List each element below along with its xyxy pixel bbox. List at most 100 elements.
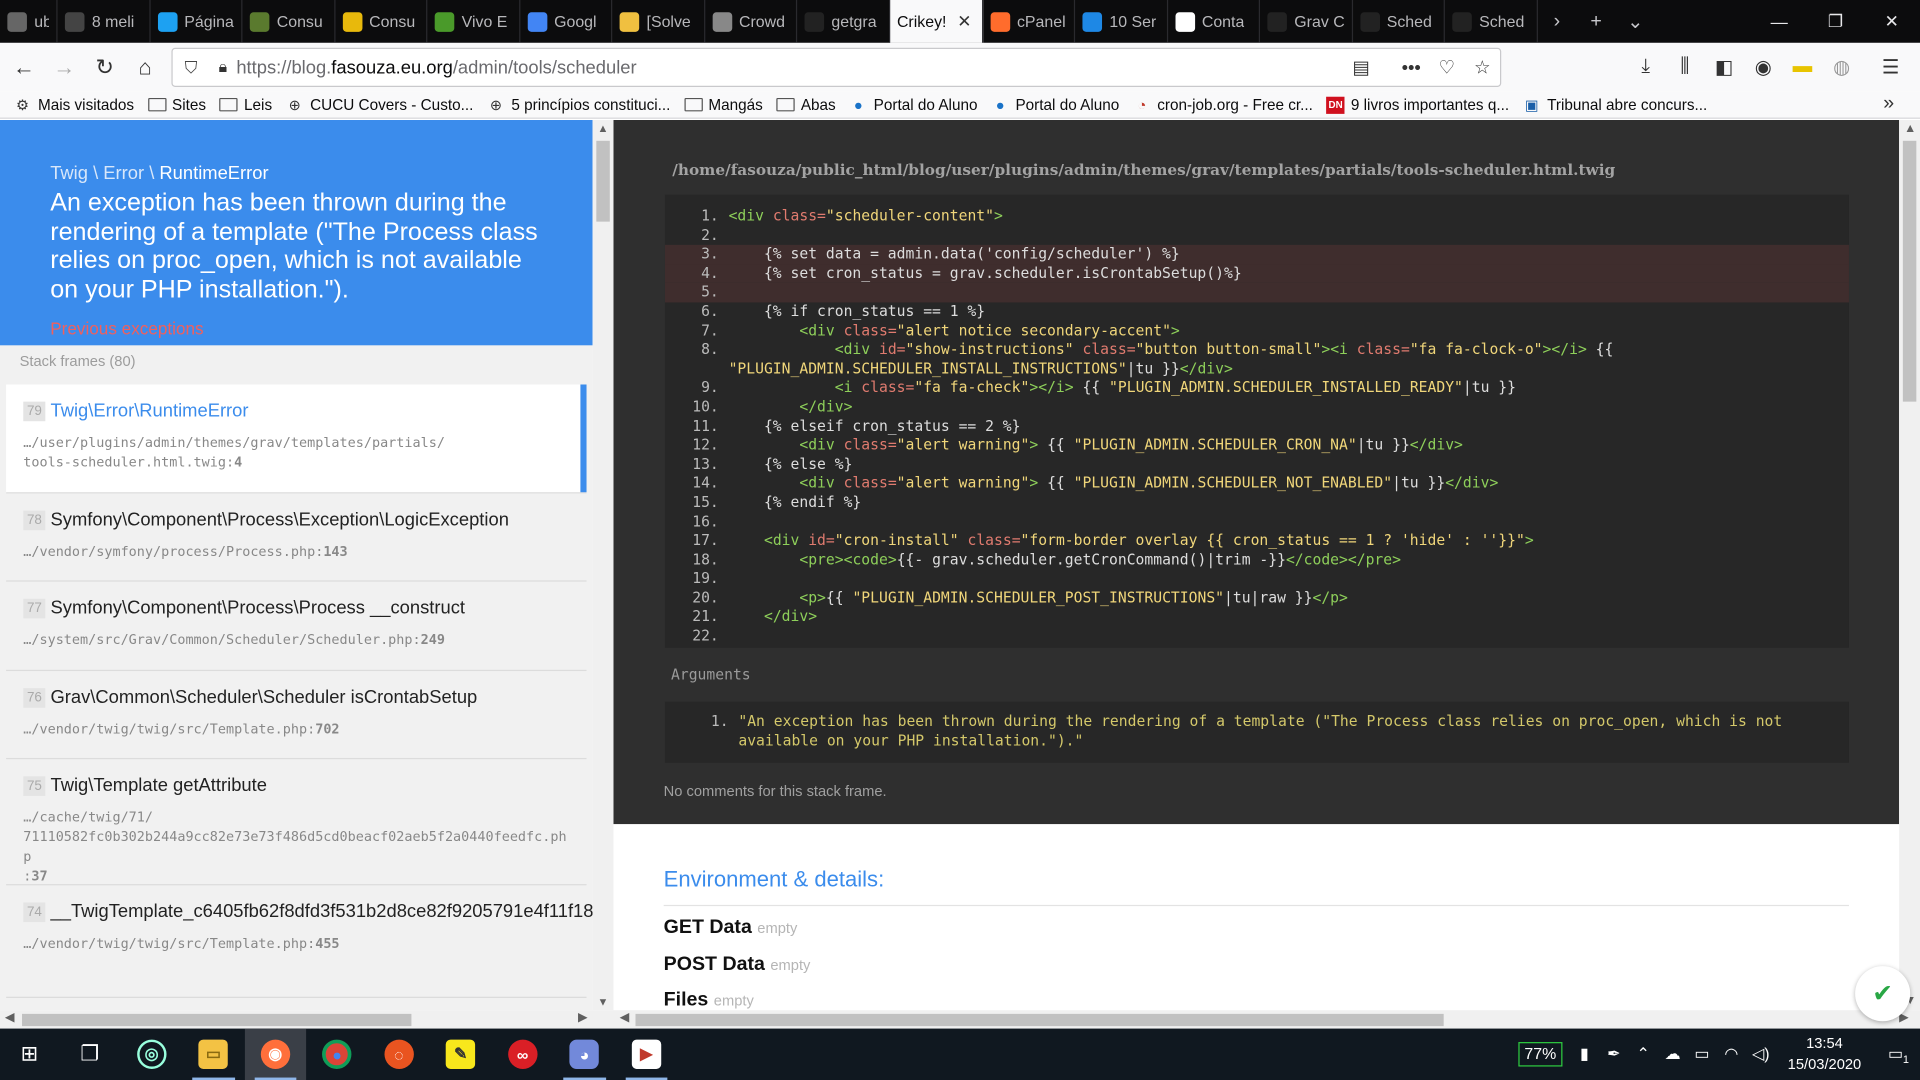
clock[interactable]: 13:54 15/03/2020 <box>1788 1033 1862 1075</box>
tab-scroll-right-icon[interactable]: › <box>1537 0 1576 43</box>
forward-button[interactable]: → <box>44 48 84 87</box>
bookmark-item[interactable]: Leis <box>219 96 272 113</box>
browser-tab[interactable]: Crowd <box>705 0 798 43</box>
left-horizontal-scrollbar[interactable]: ◀ ▶ <box>0 1010 614 1029</box>
pen-icon[interactable]: ✒ <box>1599 1044 1628 1064</box>
discord-icon[interactable]: ◕ <box>553 1029 615 1080</box>
bookmark-item[interactable]: Abas <box>776 96 836 113</box>
new-tab-button[interactable]: + <box>1577 0 1616 43</box>
sidebar-icon[interactable]: ◧ <box>1704 55 1743 79</box>
scroll-down-arrow-icon[interactable]: ▼ <box>598 996 609 1008</box>
library-icon[interactable]: ⫼ <box>1665 56 1704 78</box>
power-icon[interactable]: ▭ <box>1687 1044 1716 1064</box>
reader-view-icon[interactable]: ▤ <box>1343 56 1379 79</box>
pocket-icon[interactable]: ♡ <box>1429 56 1465 79</box>
browser-tab[interactable]: Sched <box>1352 0 1445 43</box>
tracking-shield-icon[interactable]: ⛉ <box>173 57 210 78</box>
creative-cloud-icon[interactable]: ∞ <box>492 1029 554 1080</box>
address-bar[interactable]: ⛉ 🔒︎ https://blog.fasouza.eu.org/admin/t… <box>171 47 1502 87</box>
tab-list-icon[interactable]: ⌄ <box>1616 0 1655 43</box>
home-button[interactable]: ⌂ <box>125 48 165 87</box>
stack-frame[interactable]: 79 Twig\Error\RuntimeError …/user/plugins/… <box>6 384 587 494</box>
scroll-thumb[interactable] <box>22 1013 412 1027</box>
scroll-up-arrow-icon[interactable]: ▲ <box>1904 122 1916 135</box>
onedrive-icon[interactable]: ☁ <box>1658 1044 1687 1064</box>
previous-exceptions-link[interactable]: Previous exceptions <box>50 318 543 338</box>
stack-frame[interactable]: 77 Symfony\Component\Process\Process __co… <box>6 582 587 672</box>
page-actions-icon[interactable]: ••• <box>1393 57 1429 78</box>
right-vertical-scrollbar[interactable]: ▲ ▼ <box>1899 120 1920 1011</box>
browser-tab[interactable]: Grav C <box>1260 0 1353 43</box>
browser-tab[interactable]: ub <box>0 0 58 43</box>
task-view-icon[interactable]: ❐ <box>59 1029 121 1080</box>
bookmarks-overflow-icon[interactable]: » <box>1883 93 1894 115</box>
menu-icon[interactable]: ☰ <box>1871 55 1910 79</box>
stack-frame[interactable]: 76 Grav\Common\Scheduler\Scheduler isCron… <box>6 671 587 760</box>
browser-tab[interactable]: Consu <box>335 0 428 43</box>
bookmark-star-icon[interactable]: ☆ <box>1464 56 1500 79</box>
bookmark-item[interactable]: ⊕ 5 princípios constituci... <box>487 96 671 113</box>
browser-tab[interactable]: 8 meli <box>58 0 151 43</box>
close-tab-icon[interactable]: ✕ <box>957 11 971 32</box>
browser-tab[interactable]: Crikey! ✕ <box>889 0 983 43</box>
wifi-icon[interactable]: ◠ <box>1717 1044 1746 1064</box>
url-text[interactable]: https://blog.fasouza.eu.org/admin/tools/… <box>236 57 636 78</box>
notifications-icon[interactable]: ▭ 1 <box>1871 1044 1920 1065</box>
tray-expand-icon[interactable]: ⌃ <box>1628 1044 1657 1064</box>
browser-tab[interactable]: Vivo E <box>427 0 520 43</box>
start-button[interactable]: ⊞ <box>0 1029 59 1080</box>
browser-tab[interactable]: Conta <box>1168 0 1261 43</box>
ubuntu-icon[interactable]: ◌ <box>368 1029 430 1080</box>
scroll-left-arrow-icon[interactable]: ◀ <box>5 1011 14 1024</box>
app-icon-target[interactable]: ◎ <box>121 1029 183 1080</box>
bookmark-item[interactable]: ▣ Tribunal abre concurs... <box>1523 96 1707 113</box>
browser-tab[interactable]: cPanel <box>983 0 1076 43</box>
scroll-thumb[interactable] <box>596 140 610 222</box>
browser-tab[interactable]: Consu <box>242 0 335 43</box>
browser-tab[interactable]: Página <box>150 0 243 43</box>
battery-percent[interactable]: 77% <box>1518 1042 1563 1067</box>
bookmark-item[interactable]: Sites <box>147 96 206 113</box>
browser-tab[interactable]: Sched <box>1445 0 1538 43</box>
video-editor-icon[interactable]: ▶ <box>615 1029 677 1080</box>
stack-frame[interactable]: 75 Twig\Template getAttribute …/cache/twig… <box>6 759 587 886</box>
bookmark-item[interactable]: Mangás <box>683 96 763 113</box>
scroll-up-arrow-icon[interactable]: ▲ <box>598 122 609 134</box>
volume-icon[interactable]: ◁) <box>1746 1044 1775 1064</box>
sticky-notes-icon[interactable]: ✎ <box>430 1029 492 1080</box>
file-path[interactable]: /home/fasouza/public_html/blog/user/plug… <box>672 160 1615 178</box>
chrome-icon[interactable]: ● <box>306 1029 368 1080</box>
extension-db-icon[interactable]: ◍ <box>1822 55 1861 79</box>
back-button[interactable]: ← <box>4 48 44 87</box>
restore-button[interactable]: ❐ <box>1807 0 1863 43</box>
file-explorer-icon[interactable]: ▭ <box>182 1029 244 1080</box>
security-shield-icon[interactable]: ✔ <box>1855 966 1911 1022</box>
bookmark-item[interactable]: DN 9 livros importantes q... <box>1326 96 1509 114</box>
browser-tab[interactable]: Googl <box>520 0 613 43</box>
stack-frame[interactable]: 78 Symfony\Component\Process\Exception\Lo… <box>6 493 587 582</box>
left-vertical-scrollbar[interactable]: ▲ ▼ <box>592 120 614 1011</box>
extension-yellow-icon[interactable]: ▬ <box>1783 56 1822 78</box>
scroll-thumb[interactable] <box>635 1013 1444 1027</box>
firefox-icon[interactable]: ◉ <box>244 1028 307 1080</box>
stack-frame[interactable]: 74 __TwigTemplate_c6405fb62f8dfd3f531b2d8… <box>6 885 593 998</box>
browser-tab[interactable]: [Solve <box>612 0 705 43</box>
bookmark-item[interactable]: ⚙ Mais visitados <box>13 96 134 113</box>
bookmark-item[interactable]: ⊕ CUCU Covers - Custo... <box>286 96 474 113</box>
browser-tab[interactable]: 10 Ser <box>1075 0 1168 43</box>
bookmark-item[interactable]: ● Portal do Aluno <box>991 96 1120 113</box>
browser-tab[interactable]: getgra <box>797 0 890 43</box>
download-icon[interactable]: ⤓ <box>1626 56 1665 78</box>
minimize-button[interactable]: — <box>1751 0 1807 43</box>
bookmark-item[interactable]: ◔ cron-job.org - Free cr... <box>1133 96 1313 113</box>
lock-icon[interactable]: 🔒︎ <box>209 58 236 78</box>
scroll-right-arrow-icon[interactable]: ▶ <box>578 1011 587 1024</box>
account-icon[interactable]: ◉ <box>1744 55 1783 79</box>
close-window-button[interactable]: ✕ <box>1864 0 1920 43</box>
scroll-left-arrow-icon[interactable]: ◀ <box>620 1011 629 1024</box>
right-horizontal-scrollbar[interactable]: ◀ ▶ <box>613 1010 1920 1029</box>
battery-icon[interactable]: ▮ <box>1570 1044 1599 1064</box>
scroll-thumb[interactable] <box>1902 140 1917 402</box>
reload-button[interactable]: ↻ <box>84 48 124 87</box>
bookmark-item[interactable]: ● Portal do Aluno <box>849 96 978 113</box>
